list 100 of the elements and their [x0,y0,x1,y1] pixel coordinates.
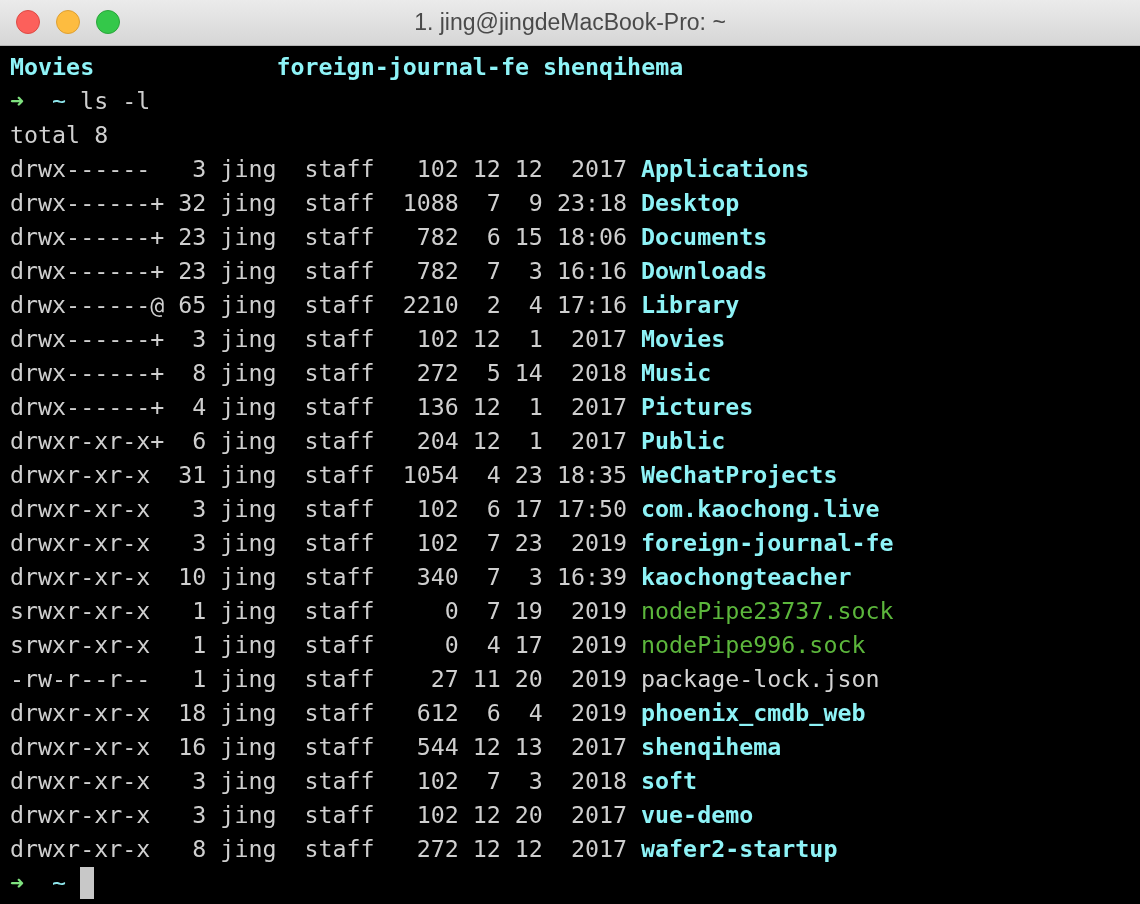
file-size: 2210 [402,290,459,320]
month: 7 [485,596,501,626]
link-count: 6 [191,426,207,456]
month: 12 [472,392,501,422]
permissions: drwxr-xr-x [10,460,152,490]
day: 19 [514,594,543,628]
output-text: total 8 [10,120,109,150]
file-size: 102 [415,528,459,558]
permissions: drwxr-xr-x [10,698,152,728]
group: staff [304,458,375,492]
group: staff [304,356,375,390]
permissions: drwxr-xr-x [10,562,152,592]
time: 2017 [569,426,628,456]
day: 1 [514,424,543,458]
folder-name: shenqihema [641,732,782,762]
folder-name: foreign-journal-fe [641,528,894,558]
time: 2017 [569,154,628,184]
day: 20 [514,798,543,832]
month: 6 [485,698,501,728]
link-count: 32 [178,188,207,218]
minimize-button[interactable] [56,10,80,34]
time: 2017 [569,732,628,762]
month: 4 [485,630,501,660]
folder-name: Music [641,358,712,388]
group: staff [304,220,375,254]
month: 7 [485,562,501,592]
close-button[interactable] [16,10,40,34]
folder-name: Public [641,426,726,456]
window-title: 1. jing@jingdeMacBook-Pro: ~ [414,9,726,36]
time: 16:16 [556,256,628,286]
folder-name: foreign-journal-fe [276,52,530,82]
time: 2019 [569,630,628,660]
month: 7 [485,256,501,286]
owner: jing [220,766,277,796]
group: staff [304,390,375,424]
permissions: drwx------+ [10,256,165,286]
link-count: 3 [191,528,207,558]
folder-name: vue-demo [641,800,754,830]
group: staff [304,764,375,798]
owner: jing [220,426,277,456]
owner: jing [220,188,277,218]
file-size: 102 [415,494,459,524]
day: 3 [514,764,543,798]
time: 17:50 [556,494,628,524]
link-count: 10 [178,562,207,592]
month: 7 [485,528,501,558]
day: 12 [514,152,543,186]
group: staff [304,628,375,662]
time: 16:39 [556,562,628,592]
file-size: 1054 [402,460,459,490]
group: staff [304,254,375,288]
time: 2019 [569,698,628,728]
group: staff [304,152,375,186]
group: staff [304,424,375,458]
owner: jing [220,562,277,592]
link-count: 3 [191,324,207,354]
time: 17:16 [556,290,628,320]
owner: jing [220,392,277,422]
time: 2017 [569,392,628,422]
time: 18:35 [556,460,628,490]
owner: jing [220,290,277,320]
folder-name: Applications [641,154,810,184]
permissions: drwx------+ [10,324,165,354]
group: staff [304,798,375,832]
permissions: drwx------+ [10,392,165,422]
link-count: 1 [191,630,207,660]
link-count: 1 [191,664,207,694]
day: 20 [514,662,543,696]
day: 13 [514,730,543,764]
time: 2019 [569,596,628,626]
time: 18:06 [556,222,628,252]
link-count: 23 [178,222,207,252]
time: 23:18 [556,188,628,218]
owner: jing [220,528,277,558]
day: 3 [514,254,543,288]
permissions: drwxr-xr-x [10,732,152,762]
time: 2018 [569,766,628,796]
owner: jing [220,664,277,694]
group: staff [304,492,375,526]
folder-name: kaochongteacher [641,562,852,592]
file-size: 102 [415,766,459,796]
maximize-button[interactable] [96,10,120,34]
prompt-path: ~ [52,868,67,898]
folder-name: WeChatProjects [641,460,838,490]
owner: jing [220,630,277,660]
folder-name: Desktop [641,188,740,218]
folder-name: Movies [641,324,726,354]
group: staff [304,662,375,696]
day: 15 [514,220,543,254]
permissions: -rw-r--r-- [10,664,152,694]
owner: jing [220,800,277,830]
file-size: 27 [429,664,459,694]
day: 3 [514,560,543,594]
group: staff [304,594,375,628]
file-size: 272 [415,834,459,864]
group: staff [304,526,375,560]
day: 17 [514,492,543,526]
file-name: nodePipe23737.sock [641,596,894,626]
group: staff [304,696,375,730]
command-text: ls -l [80,86,151,116]
